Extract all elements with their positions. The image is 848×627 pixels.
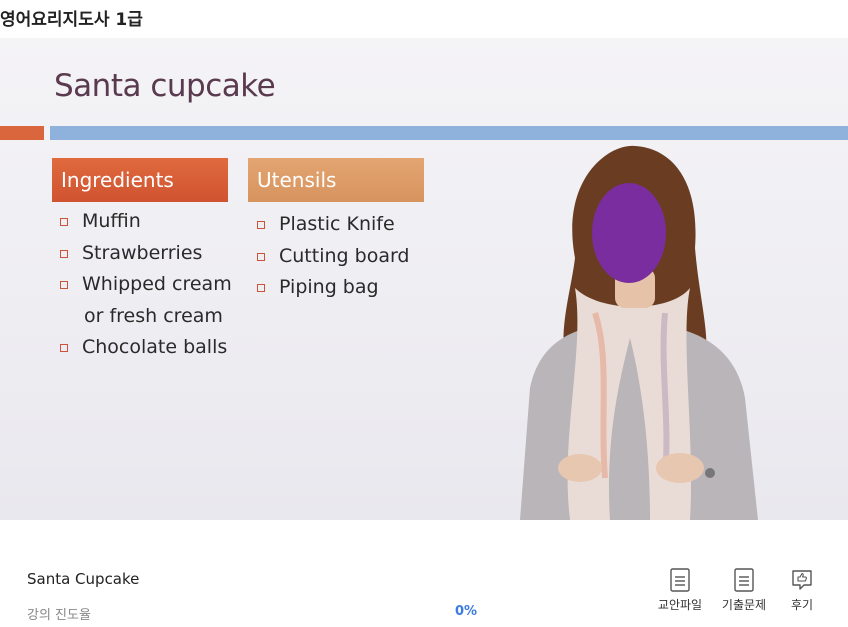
list-item: Muffin <box>52 206 232 238</box>
past-exams-button[interactable]: 기출문제 <box>714 568 774 613</box>
past-exams-label: 기출문제 <box>721 598 767 612</box>
progress-value: 0% <box>455 604 478 619</box>
slide-title: Santa cupcake <box>54 68 276 104</box>
page-title: 영어요리지도사 1급 <box>0 10 143 30</box>
document-icon <box>670 568 690 592</box>
thumbs-up-icon <box>792 570 812 590</box>
list-item-continuation: or fresh cream <box>84 304 223 327</box>
list-item: Piping bag <box>249 272 410 304</box>
document-icon <box>734 568 754 592</box>
square-bullet-icon <box>60 344 68 352</box>
list-item: Chocolate balls <box>52 332 232 364</box>
list-item: Plastic Knife <box>249 209 410 241</box>
utensils-heading: Utensils <box>248 158 424 202</box>
ingredients-list: Muffin Strawberries Whipped cream or fre… <box>52 206 232 364</box>
square-bullet-icon <box>257 284 265 292</box>
lecture-info-panel: Santa Cupcake 강의 진도율 0% 교안파일 기출문제 후기 <box>0 520 848 627</box>
lecture-notes-label: 교안파일 <box>657 598 703 612</box>
list-item: Strawberries <box>52 238 232 270</box>
review-label: 후기 <box>790 598 814 612</box>
slide-accent-bar-orange <box>0 126 44 140</box>
progress-label: 강의 진도율 <box>27 608 91 623</box>
square-bullet-icon <box>60 281 68 289</box>
app-header: 영어요리지도사 1급 <box>0 0 848 38</box>
list-item: Whipped cream <box>52 269 232 301</box>
square-bullet-icon <box>257 221 265 229</box>
video-player[interactable]: Santa cupcake Ingredients Utensils Muffi… <box>0 38 848 520</box>
ingredients-heading: Ingredients <box>52 158 228 202</box>
lecture-notes-button[interactable]: 교안파일 <box>650 568 710 613</box>
list-item: Cutting board <box>249 241 410 273</box>
lecture-title: Santa Cupcake <box>27 570 140 588</box>
review-button[interactable]: 후기 <box>772 568 832 613</box>
square-bullet-icon <box>257 252 265 261</box>
square-bullet-icon <box>60 218 68 226</box>
presenter-figure <box>520 145 758 520</box>
utensils-list: Plastic Knife Cutting board Piping bag <box>249 209 410 304</box>
square-bullet-icon <box>60 249 68 258</box>
